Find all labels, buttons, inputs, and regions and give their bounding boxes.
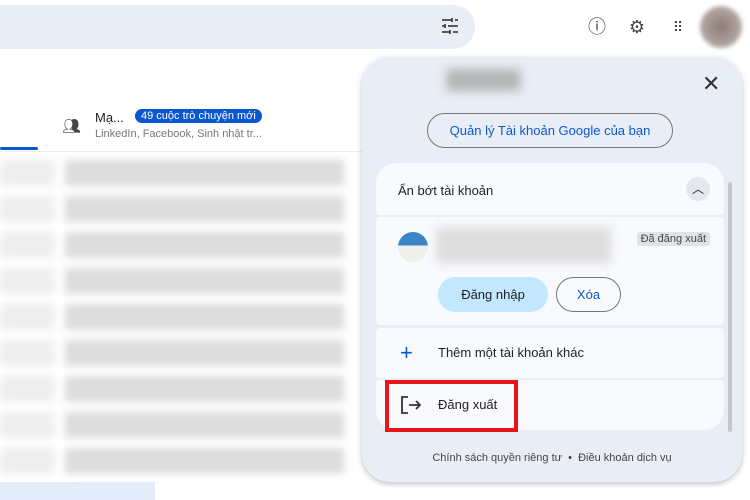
tune-icon[interactable] bbox=[440, 16, 460, 36]
people-icon: 👥︎ bbox=[62, 118, 82, 135]
active-tab-indicator bbox=[0, 147, 38, 150]
email-row[interactable] bbox=[0, 376, 362, 402]
email-row[interactable] bbox=[0, 232, 362, 258]
close-icon[interactable]: ✕ bbox=[702, 71, 720, 97]
footer-links: Chính sách quyền riêng tư • Điều khoản d… bbox=[362, 452, 742, 464]
plus-icon: + bbox=[400, 340, 413, 365]
status-badge: Đã đăng xuất bbox=[636, 232, 710, 246]
email-row[interactable] bbox=[0, 196, 362, 222]
account-email-blurred bbox=[436, 227, 611, 263]
settings-icon[interactable]: ⚙ bbox=[626, 16, 648, 38]
account-name-blurred bbox=[446, 69, 521, 91]
bottom-bar bbox=[0, 482, 155, 500]
chevron-up-icon[interactable]: ︿ bbox=[686, 177, 710, 201]
tab-subtitle: LinkedIn, Facebook, Sinh nhật tr... bbox=[95, 128, 262, 140]
search-bar[interactable] bbox=[0, 5, 475, 49]
account-item: Đã đăng xuất Đăng nhập Xóa bbox=[376, 217, 724, 325]
hide-accounts-label: Ẩn bớt tài khoản bbox=[398, 183, 494, 198]
highlight-box bbox=[385, 380, 518, 432]
new-conversations-badge: 49 cuộc trò chuyện mới bbox=[135, 109, 262, 123]
add-account-button[interactable]: + Thêm một tài khoản khác bbox=[376, 328, 724, 378]
manage-account-button[interactable]: Quản lý Tài khoản Google của bạn bbox=[427, 113, 673, 148]
account-avatar bbox=[398, 232, 428, 262]
separator: • bbox=[568, 452, 572, 464]
privacy-link[interactable]: Chính sách quyền riêng tư bbox=[432, 452, 562, 464]
help-icon[interactable]: ⓘ bbox=[586, 16, 608, 38]
email-row[interactable] bbox=[0, 268, 362, 294]
terms-link[interactable]: Điều khoản dịch vụ bbox=[578, 452, 672, 464]
tab-title: Mạ... bbox=[95, 110, 124, 125]
account-panel: ✕ Quản lý Tài khoản Google của bạn Ẩn bớ… bbox=[362, 57, 742, 482]
email-row[interactable] bbox=[0, 448, 362, 474]
email-row[interactable] bbox=[0, 160, 362, 186]
email-row[interactable] bbox=[0, 340, 362, 366]
hide-accounts-toggle[interactable]: Ẩn bớt tài khoản ︿ bbox=[376, 163, 724, 215]
email-row[interactable] bbox=[0, 412, 362, 438]
tab-social[interactable] bbox=[0, 100, 370, 152]
avatar[interactable] bbox=[700, 6, 742, 48]
remove-button[interactable]: Xóa bbox=[556, 277, 621, 312]
add-account-label: Thêm một tài khoản khác bbox=[438, 345, 584, 360]
email-row[interactable] bbox=[0, 304, 362, 330]
apps-icon[interactable]: ⠿ bbox=[667, 16, 689, 38]
login-button[interactable]: Đăng nhập bbox=[438, 277, 548, 312]
scrollbar[interactable] bbox=[728, 182, 732, 432]
